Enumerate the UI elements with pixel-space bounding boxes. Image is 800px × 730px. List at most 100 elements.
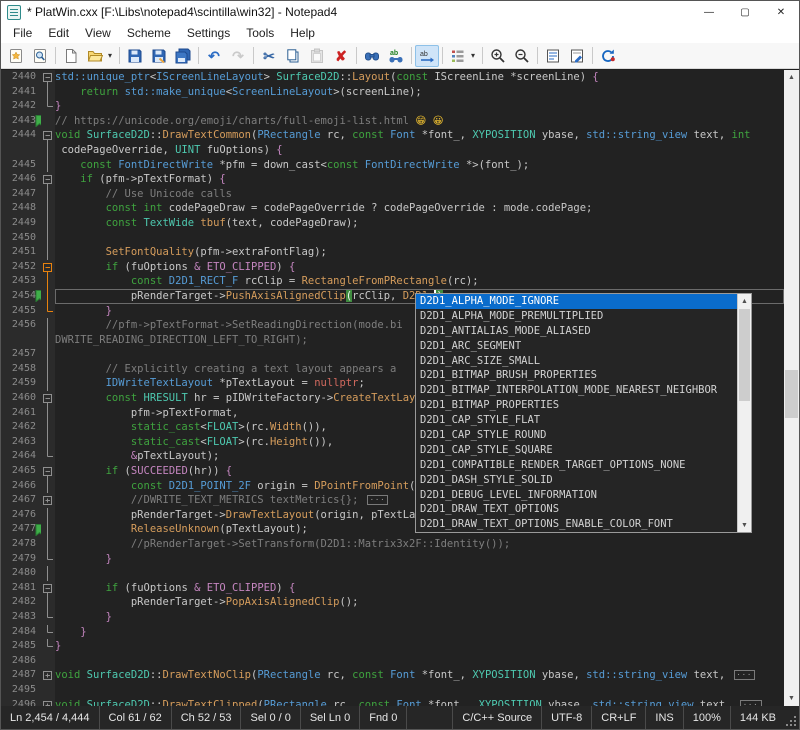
line-number[interactable]: 2462: [1, 420, 41, 435]
status-scheme[interactable]: C/C++ Source: [452, 706, 541, 729]
code-line[interactable]: 2479 }: [1, 552, 784, 567]
autocomplete-item[interactable]: D2D1_ARC_SIZE_SMALL: [416, 354, 737, 369]
fold-expand-icon[interactable]: [41, 668, 55, 683]
line-number[interactable]: 2445: [1, 158, 41, 173]
close-button[interactable]: ✕: [763, 1, 799, 23]
autocomplete-item[interactable]: D2D1_DASH_STYLE_SOLID: [416, 473, 737, 488]
autocomplete-item[interactable]: D2D1_CAP_STYLE_FLAT: [416, 413, 737, 428]
line-number[interactable]: 2482: [1, 595, 41, 610]
code-line[interactable]: 2486: [1, 654, 784, 669]
scroll-up-arrow-icon[interactable]: ▲: [784, 70, 799, 85]
replace-button[interactable]: ab: [384, 45, 408, 67]
code-line[interactable]: 2453 const D2D1_RECT_F rcClip = Rectangl…: [1, 274, 784, 289]
line-number[interactable]: 2456: [1, 318, 41, 333]
word-wrap-button[interactable]: ab: [415, 45, 439, 67]
maximize-button[interactable]: ▢: [727, 1, 763, 23]
autocomplete-scroll-up-icon[interactable]: ▲: [738, 294, 751, 308]
autocomplete-item[interactable]: D2D1_DRAW_TEXT_OPTIONS: [416, 502, 737, 517]
select-scheme-dropdown-arrow-icon[interactable]: ▾: [471, 51, 479, 60]
reload-button[interactable]: [596, 45, 620, 67]
open-file-button[interactable]: [83, 45, 107, 67]
autocomplete-item[interactable]: D2D1_DEBUG_LEVEL_INFORMATION: [416, 488, 737, 503]
minimize-button[interactable]: —: [691, 1, 727, 23]
autocomplete-item[interactable]: D2D1_ANTIALIAS_MODE_ALIASED: [416, 324, 737, 339]
code-line[interactable]: codePageOverride, UINT fuOptions) {: [1, 143, 784, 158]
code-line[interactable]: 2485}: [1, 639, 784, 654]
line-number[interactable]: 2485: [1, 639, 41, 654]
code-line[interactable]: 2483 }: [1, 610, 784, 625]
status-insert-mode[interactable]: INS: [645, 706, 682, 729]
status-column[interactable]: Col 61 / 62: [100, 706, 172, 729]
line-number[interactable]: 2496: [1, 698, 41, 706]
autocomplete-item[interactable]: D2D1_DRAW_TEXT_OPTIONS_ENABLE_COLOR_FONT: [416, 517, 737, 532]
status-found-count[interactable]: Fnd 0: [360, 706, 407, 729]
new-file-button[interactable]: [59, 45, 83, 67]
undo-button[interactable]: ↶: [202, 45, 226, 67]
scroll-down-arrow-icon[interactable]: ▼: [784, 691, 799, 706]
line-number[interactable]: 2458: [1, 362, 41, 377]
code-line[interactable]: 2481 if (fuOptions & ETO_CLIPPED) {: [1, 581, 784, 596]
status-line-col[interactable]: Ln 2,454 / 4,444: [1, 706, 100, 729]
zoom-in-button[interactable]: [486, 45, 510, 67]
code-line[interactable]: 2448 const int codePageDraw = codePageOv…: [1, 201, 784, 216]
status-selection[interactable]: Sel 0 / 0: [241, 706, 300, 729]
line-number[interactable]: 2465: [1, 464, 41, 479]
line-number[interactable]: 2463: [1, 435, 41, 450]
view-toggle-2-button[interactable]: [565, 45, 589, 67]
autocomplete-scroll-down-icon[interactable]: ▼: [738, 518, 751, 532]
status-selected-lines[interactable]: Sel Ln 0: [301, 706, 360, 729]
menu-help[interactable]: Help: [282, 24, 323, 42]
code-line[interactable]: 2441 return std::make_unique<ScreenLineL…: [1, 85, 784, 100]
save-button[interactable]: [123, 45, 147, 67]
code-line[interactable]: 2484 }: [1, 625, 784, 640]
line-number[interactable]: 2484: [1, 625, 41, 640]
line-number[interactable]: 2455: [1, 304, 41, 319]
menu-view[interactable]: View: [77, 24, 119, 42]
save-as-button[interactable]: [147, 45, 171, 67]
line-number[interactable]: 2443: [1, 114, 41, 129]
code-line[interactable]: 2451 SetFontQuality(pfm->extraFontFlag);: [1, 245, 784, 260]
status-zoom-level[interactable]: 100%: [683, 706, 730, 729]
autocomplete-item[interactable]: D2D1_CAP_STYLE_SQUARE: [416, 443, 737, 458]
autocomplete-scrollbar[interactable]: ▲ ▼: [737, 294, 751, 532]
autocomplete-item[interactable]: D2D1_ALPHA_MODE_IGNORE: [416, 294, 737, 309]
autocomplete-item[interactable]: D2D1_COMPATIBLE_RENDER_TARGET_OPTIONS_NO…: [416, 458, 737, 473]
code-line[interactable]: 2444void SurfaceD2D::DrawTextCommon(PRec…: [1, 128, 784, 143]
folded-region-ellipsis[interactable]: ···: [734, 670, 756, 680]
line-number[interactable]: 2453: [1, 274, 41, 289]
fold-expand-icon[interactable]: [41, 698, 55, 706]
line-number[interactable]: 2440: [1, 70, 41, 85]
fold-collapse-icon[interactable]: [41, 464, 55, 479]
editor-vertical-scrollbar[interactable]: ▲ ▼: [784, 70, 799, 706]
line-number[interactable]: 2481: [1, 581, 41, 596]
line-number[interactable]: 2441: [1, 85, 41, 100]
menu-file[interactable]: File: [5, 24, 40, 42]
favorites-button[interactable]: [4, 45, 28, 67]
code-line[interactable]: 2445 const FontDirectWrite *pfm = down_c…: [1, 158, 784, 173]
code-line[interactable]: 2482 pRenderTarget->PopAxisAlignedClip()…: [1, 595, 784, 610]
line-number[interactable]: 2454: [1, 289, 41, 304]
status-file-size[interactable]: 144 KB: [730, 706, 785, 729]
line-number[interactable]: 2446: [1, 172, 41, 187]
browse-favorites-button[interactable]: [28, 45, 52, 67]
line-number[interactable]: 2466: [1, 479, 41, 494]
code-line[interactable]: 2480: [1, 566, 784, 581]
code-line[interactable]: 2440std::unique_ptr<IScreenLineLayout> S…: [1, 70, 784, 85]
autocomplete-item[interactable]: D2D1_BITMAP_PROPERTIES: [416, 398, 737, 413]
menu-settings[interactable]: Settings: [179, 24, 238, 42]
menu-edit[interactable]: Edit: [40, 24, 77, 42]
menu-tools[interactable]: Tools: [238, 24, 282, 42]
code-line[interactable]: 2446 if (pfm->pTextFormat) {: [1, 172, 784, 187]
code-line[interactable]: 2487void SurfaceD2D::DrawTextNoClip(PRec…: [1, 668, 784, 683]
fold-collapse-icon[interactable]: [41, 581, 55, 596]
autocomplete-item[interactable]: D2D1_BITMAP_BRUSH_PROPERTIES: [416, 368, 737, 383]
line-number[interactable]: 2447: [1, 187, 41, 202]
code-line[interactable]: 2443// https://unicode.org/emoji/charts/…: [1, 114, 784, 129]
cut-button[interactable]: ✂: [257, 45, 281, 67]
menu-scheme[interactable]: Scheme: [119, 24, 179, 42]
editor-scrollbar-thumb[interactable]: [785, 370, 798, 418]
view-toggle-1-button[interactable]: [541, 45, 565, 67]
status-line-ending[interactable]: CR+LF: [591, 706, 645, 729]
line-number[interactable]: 2444: [1, 128, 41, 143]
line-number[interactable]: 2442: [1, 99, 41, 114]
